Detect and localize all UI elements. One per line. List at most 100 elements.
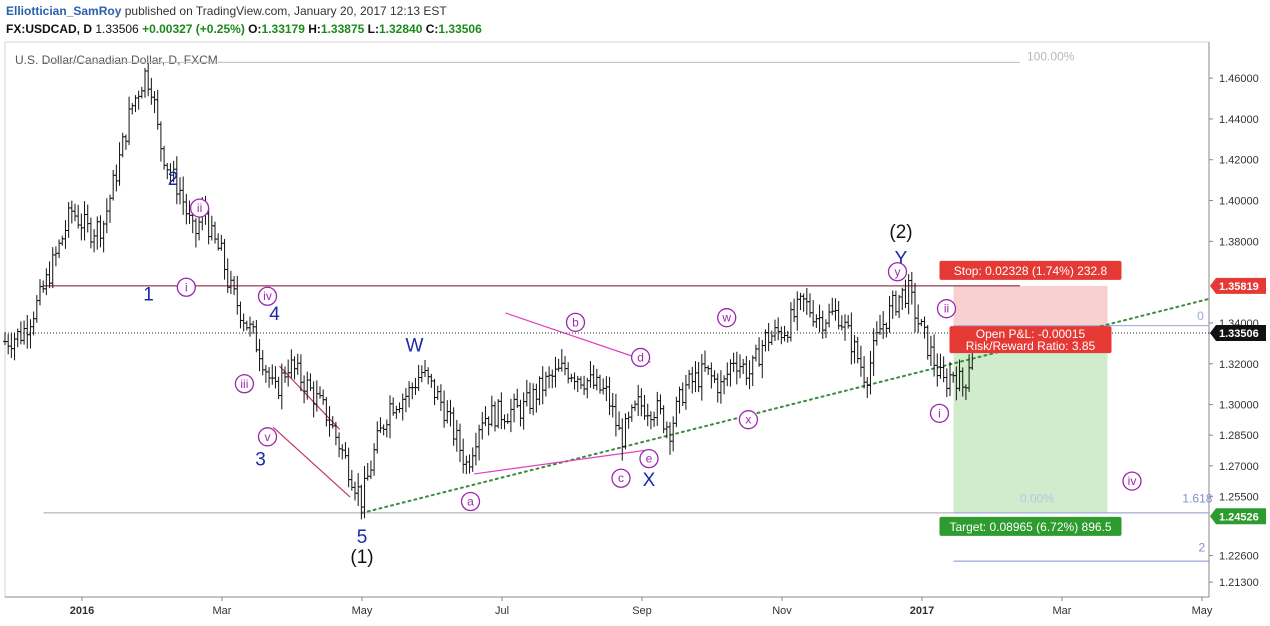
- x-tick-label: 2017: [910, 605, 934, 617]
- price-bar: [677, 386, 682, 414]
- price-bar: [123, 134, 128, 150]
- price-tag-label: 1.35819: [1219, 281, 1259, 293]
- price-bar: [884, 322, 889, 338]
- wave-label: iv: [263, 289, 272, 303]
- wave-label-circle: iv: [1122, 471, 1142, 491]
- price-bar: [543, 371, 548, 397]
- price-bar: [639, 388, 644, 417]
- price-bar: [540, 366, 545, 405]
- price-bar: [731, 352, 736, 373]
- price-bar: [241, 313, 246, 332]
- price-bar: [353, 481, 357, 501]
- price-bar: [617, 411, 622, 431]
- x-tick-label: 2016: [70, 605, 94, 617]
- price-bar: [340, 444, 345, 460]
- price-bar: [311, 381, 316, 418]
- price-bar: [295, 353, 300, 375]
- wave-label-circle: iii: [234, 374, 255, 394]
- price-bar: [868, 350, 873, 395]
- price-bar: [397, 402, 402, 413]
- position-tool[interactable]: [953, 285, 1108, 513]
- price-bar: [403, 387, 408, 413]
- price-bar: [378, 417, 383, 433]
- price-bar: [722, 375, 727, 395]
- wave-label: c: [618, 471, 624, 485]
- y-tick-label: 1.42000: [1219, 155, 1259, 167]
- price-bar: [324, 397, 329, 427]
- price-bar: [365, 463, 370, 481]
- price-bar: [127, 96, 132, 146]
- wave-label-circle: v: [257, 427, 278, 447]
- price-bar: [636, 384, 641, 417]
- wave-label: i: [938, 406, 941, 420]
- price-bar: [944, 368, 949, 397]
- price-bar: [505, 413, 510, 425]
- x-tick-label: Nov: [772, 605, 792, 617]
- x-tick-label: Sep: [632, 605, 652, 617]
- price-bar: [98, 215, 103, 248]
- price-bar: [435, 385, 440, 400]
- price-bar: [916, 304, 921, 333]
- chart-title: U.S. Dollar/Canadian Dollar, D, FXCM: [15, 53, 218, 67]
- wave-label: iii: [240, 377, 248, 391]
- x-tick-label: May: [352, 605, 373, 617]
- price-bar: [712, 370, 717, 384]
- y-tick-label: 1.21300: [1219, 577, 1259, 589]
- price-bar: [604, 376, 609, 402]
- price-bar: [44, 268, 49, 296]
- price-bar: [381, 424, 386, 436]
- wave-label: 4: [269, 304, 280, 325]
- wave-label: (1): [350, 547, 373, 568]
- price-bar: [184, 193, 189, 225]
- price-chart[interactable]: U.S. Dollar/Canadian Dollar, D, FXCM 100…: [0, 0, 1270, 626]
- price-bar: [193, 218, 198, 248]
- price-bar: [843, 314, 847, 341]
- price-bar: [613, 393, 618, 437]
- price-bar: [798, 292, 803, 311]
- price-tag: 1.33506: [1210, 325, 1266, 342]
- price-bar: [645, 403, 650, 427]
- price-bar: [47, 261, 52, 289]
- fib-label: 100.00%: [1027, 49, 1075, 63]
- price-bar: [528, 382, 532, 415]
- price-bar: [158, 121, 163, 162]
- price-bar: [788, 302, 793, 342]
- wave-label: 2: [168, 169, 179, 190]
- price-bar: [34, 295, 39, 323]
- price-bar: [858, 345, 863, 377]
- price-bar: [50, 247, 55, 289]
- price-bar: [12, 333, 17, 361]
- price-bar: [515, 388, 520, 408]
- price-bar: [518, 399, 523, 427]
- price-bar: [289, 349, 294, 379]
- price-bar: [82, 201, 87, 241]
- price-bar: [906, 274, 911, 315]
- price-bar: [283, 366, 287, 383]
- price-bar: [384, 419, 389, 438]
- price-bar: [130, 103, 135, 115]
- price-bar: [935, 353, 940, 387]
- price-bar: [849, 312, 854, 365]
- target-zone[interactable]: [953, 333, 1108, 513]
- wave-label-circle: d: [630, 347, 651, 368]
- time-axis[interactable]: 2016 Mar May Jul Sep Nov 2017 Mar May: [70, 597, 1213, 617]
- price-bar: [318, 386, 322, 399]
- price-bar: [871, 328, 876, 376]
- price-bar: [909, 271, 914, 305]
- price-bar: [690, 366, 695, 394]
- price-bar: [779, 326, 784, 345]
- price-bar: [897, 294, 902, 318]
- price-bar: [152, 91, 157, 114]
- price-bar: [464, 455, 469, 475]
- price-bar: [149, 77, 154, 105]
- price-bar: [496, 399, 501, 429]
- price-bar: [9, 333, 14, 358]
- price-bar: [715, 373, 720, 403]
- price-bar: [773, 319, 777, 342]
- price-bar: [254, 319, 259, 353]
- price-bar: [394, 405, 399, 419]
- price-bar: [900, 287, 905, 310]
- price-bar: [919, 319, 924, 327]
- price-bar: [855, 336, 860, 364]
- y-tick-label: 1.22600: [1219, 551, 1259, 563]
